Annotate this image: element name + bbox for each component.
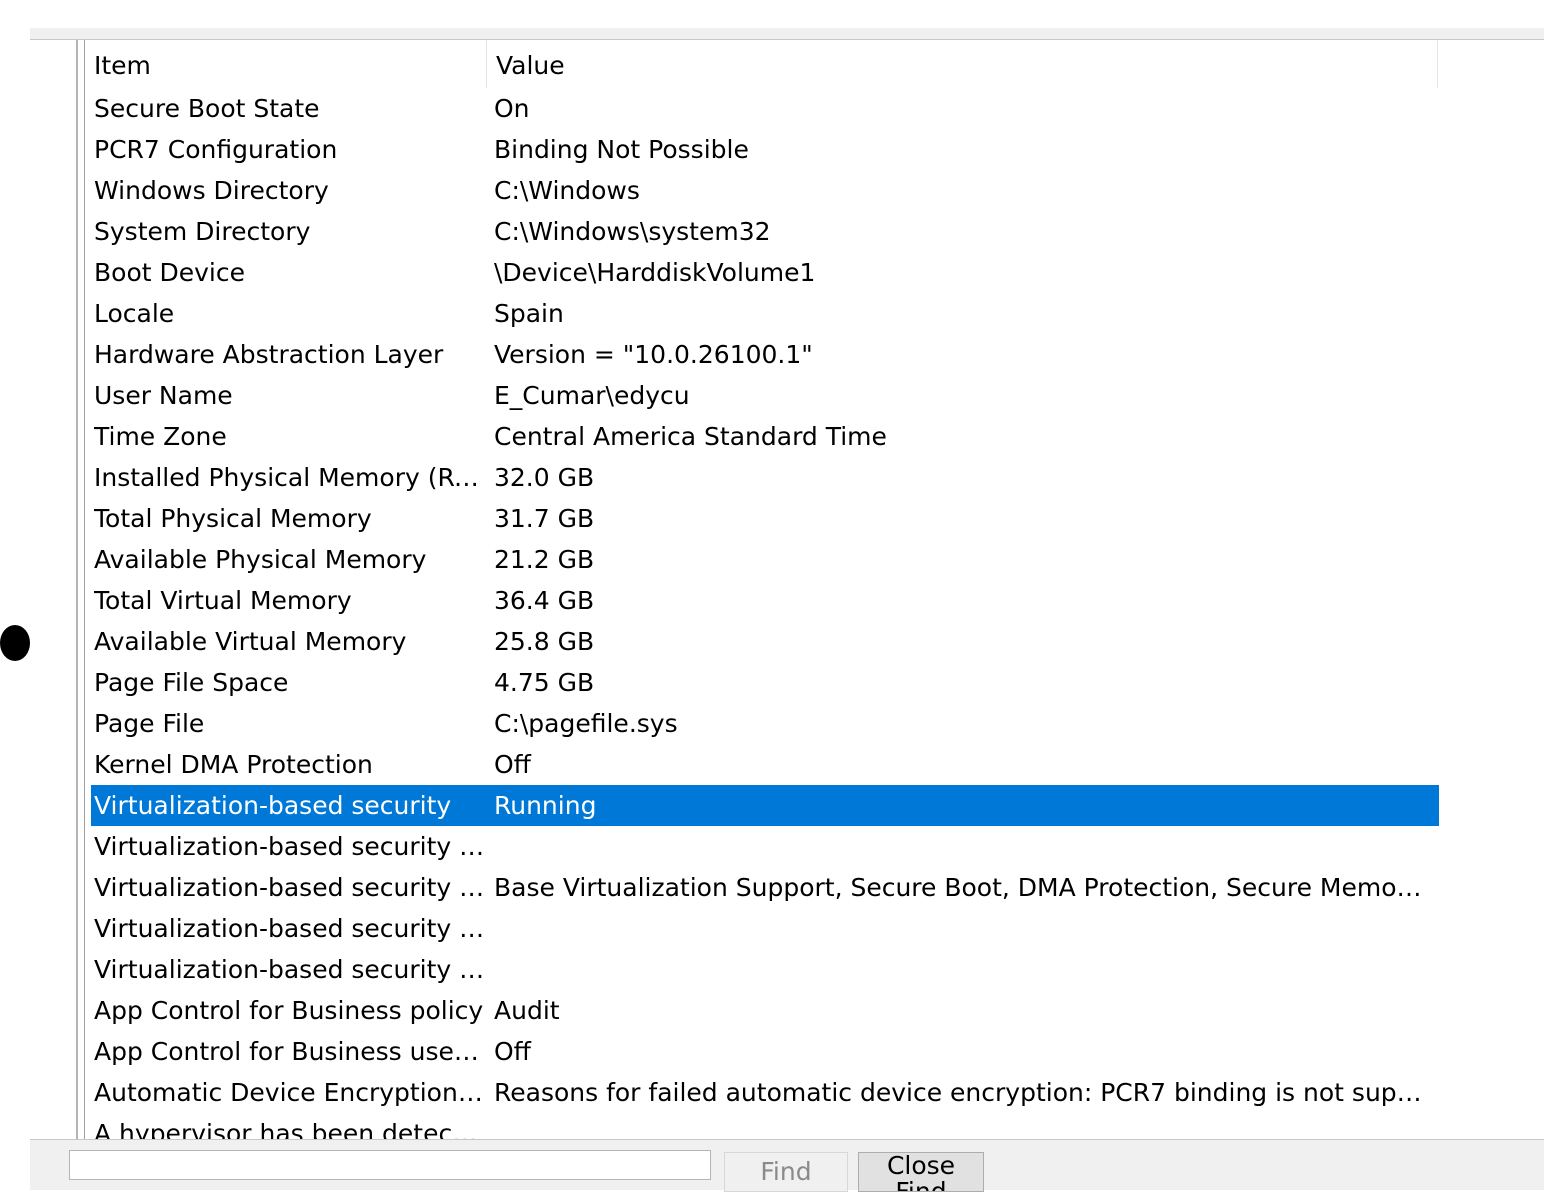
- table-row[interactable]: Windows Directory C:\Windows: [91, 170, 1439, 211]
- row-value-cell: 25.8 GB: [494, 627, 595, 656]
- table-row[interactable]: Available Physical Memory 21.2 GB: [91, 539, 1439, 580]
- row-value-cell: Off: [494, 1037, 531, 1066]
- table-row[interactable]: Automatic Device Encryption S... Reasons …: [91, 1072, 1439, 1113]
- row-item-cell: Virtualization-based security Se...: [94, 955, 486, 984]
- row-item-cell: Hardware Abstraction Layer: [94, 340, 444, 369]
- table-row[interactable]: Virtualization-based security Running: [91, 785, 1439, 826]
- row-value-cell: 32.0 GB: [494, 463, 595, 492]
- close-find-button[interactable]: Close Find: [858, 1152, 984, 1192]
- table-row[interactable]: Total Virtual Memory 36.4 GB: [91, 580, 1439, 621]
- table-row[interactable]: Virtualization-based security Se...: [91, 908, 1439, 949]
- row-value-cell: Version = "10.0.26100.1": [494, 340, 813, 369]
- table-row[interactable]: PCR7 Configuration Binding Not Possible: [91, 129, 1439, 170]
- row-value-cell: E_Cumar\edycu: [494, 381, 690, 410]
- row-item-cell: User Name: [94, 381, 233, 410]
- row-value-cell: C:\pagefile.sys: [494, 709, 678, 738]
- table-row[interactable]: User Name E_Cumar\edycu: [91, 375, 1439, 416]
- row-value-cell: Reasons for failed automatic device encr…: [494, 1078, 1428, 1107]
- row-value-cell: 36.4 GB: [494, 586, 595, 615]
- table-row[interactable]: Installed Physical Memory (RAM) 32.0 GB: [91, 457, 1439, 498]
- table-row[interactable]: System Directory C:\Windows\system32: [91, 211, 1439, 252]
- table-row[interactable]: Time Zone Central America Standard Time: [91, 416, 1439, 457]
- table-row[interactable]: App Control for Business user ... Off: [91, 1031, 1439, 1072]
- row-item-cell: App Control for Business policy: [94, 996, 484, 1025]
- record-dot-icon: [0, 625, 30, 661]
- table-row[interactable]: Virtualization-based security Av... Base …: [91, 867, 1439, 908]
- row-item-cell: Virtualization-based security Re...: [94, 832, 486, 861]
- row-value-cell: On: [494, 94, 530, 123]
- find-input[interactable]: [69, 1150, 711, 1180]
- row-item-cell: Windows Directory: [94, 176, 329, 205]
- table-row[interactable]: App Control for Business policy Audit: [91, 990, 1439, 1031]
- details-list-view[interactable]: Item Value Secure Boot State On PCR7 Confi…: [84, 40, 1544, 1140]
- top-border: [30, 28, 1544, 40]
- row-item-cell: Virtualization-based security Av...: [94, 873, 486, 902]
- row-item-cell: Time Zone: [94, 422, 227, 451]
- column-header-item[interactable]: Item: [85, 40, 487, 88]
- table-row[interactable]: Virtualization-based security Re...: [91, 826, 1439, 867]
- row-item-cell: Page File: [94, 709, 205, 738]
- row-item-cell: Boot Device: [94, 258, 245, 287]
- list-header: Item Value: [85, 40, 1438, 88]
- find-button[interactable]: Find: [724, 1152, 848, 1192]
- table-row[interactable]: Page File Space 4.75 GB: [91, 662, 1439, 703]
- category-tree-pane[interactable]: [30, 40, 78, 1140]
- row-item-cell: Available Physical Memory: [94, 545, 427, 574]
- table-row[interactable]: Virtualization-based security Se...: [91, 949, 1439, 990]
- row-item-cell: PCR7 Configuration: [94, 135, 338, 164]
- find-bar: Find Close Find: [30, 1139, 1544, 1192]
- row-item-cell: Available Virtual Memory: [94, 627, 407, 656]
- row-item-cell: Total Physical Memory: [94, 504, 372, 533]
- row-value-cell: Central America Standard Time: [494, 422, 887, 451]
- row-value-cell: Binding Not Possible: [494, 135, 749, 164]
- row-item-cell: Total Virtual Memory: [94, 586, 352, 615]
- table-row[interactable]: Hardware Abstraction Layer Version = "10.…: [91, 334, 1439, 375]
- row-item-cell: A hypervisor has been detected...: [94, 1119, 486, 1140]
- column-header-value[interactable]: Value: [487, 40, 1438, 88]
- row-item-cell: Secure Boot State: [94, 94, 320, 123]
- row-value-cell: 31.7 GB: [494, 504, 595, 533]
- table-row[interactable]: Available Virtual Memory 25.8 GB: [91, 621, 1439, 662]
- row-value-cell: Audit: [494, 996, 560, 1025]
- list-rows: Secure Boot State On PCR7 Configuration Bin…: [91, 88, 1439, 1140]
- table-row[interactable]: Locale Spain: [91, 293, 1439, 334]
- row-item-cell: Installed Physical Memory (RAM): [94, 463, 486, 492]
- row-value-cell: C:\Windows\system32: [494, 217, 771, 246]
- row-value-cell: C:\Windows: [494, 176, 640, 205]
- row-value-cell: Off: [494, 750, 531, 779]
- row-item-cell: Automatic Device Encryption S...: [94, 1078, 486, 1107]
- table-row[interactable]: Total Physical Memory 31.7 GB: [91, 498, 1439, 539]
- row-item-cell: Kernel DMA Protection: [94, 750, 373, 779]
- row-item-cell: Virtualization-based security Se...: [94, 914, 486, 943]
- row-item-cell: Virtualization-based security: [94, 791, 452, 820]
- row-value-cell: Base Virtualization Support, Secure Boot…: [494, 873, 1428, 902]
- table-row[interactable]: A hypervisor has been detected...: [91, 1113, 1439, 1140]
- table-row[interactable]: Page File C:\pagefile.sys: [91, 703, 1439, 744]
- table-row[interactable]: Secure Boot State On: [91, 88, 1439, 129]
- row-value-cell: 4.75 GB: [494, 668, 595, 697]
- row-value-cell: Running: [494, 791, 597, 820]
- row-value-cell: \Device\HarddiskVolume1: [494, 258, 816, 287]
- top-strip: [0, 0, 1544, 28]
- row-item-cell: App Control for Business user ...: [94, 1037, 486, 1066]
- row-value-cell: 21.2 GB: [494, 545, 595, 574]
- row-value-cell: Spain: [494, 299, 564, 328]
- table-row[interactable]: Kernel DMA Protection Off: [91, 744, 1439, 785]
- row-item-cell: Locale: [94, 299, 175, 328]
- row-item-cell: System Directory: [94, 217, 311, 246]
- row-item-cell: Page File Space: [94, 668, 289, 697]
- table-row[interactable]: Boot Device \Device\HarddiskVolume1: [91, 252, 1439, 293]
